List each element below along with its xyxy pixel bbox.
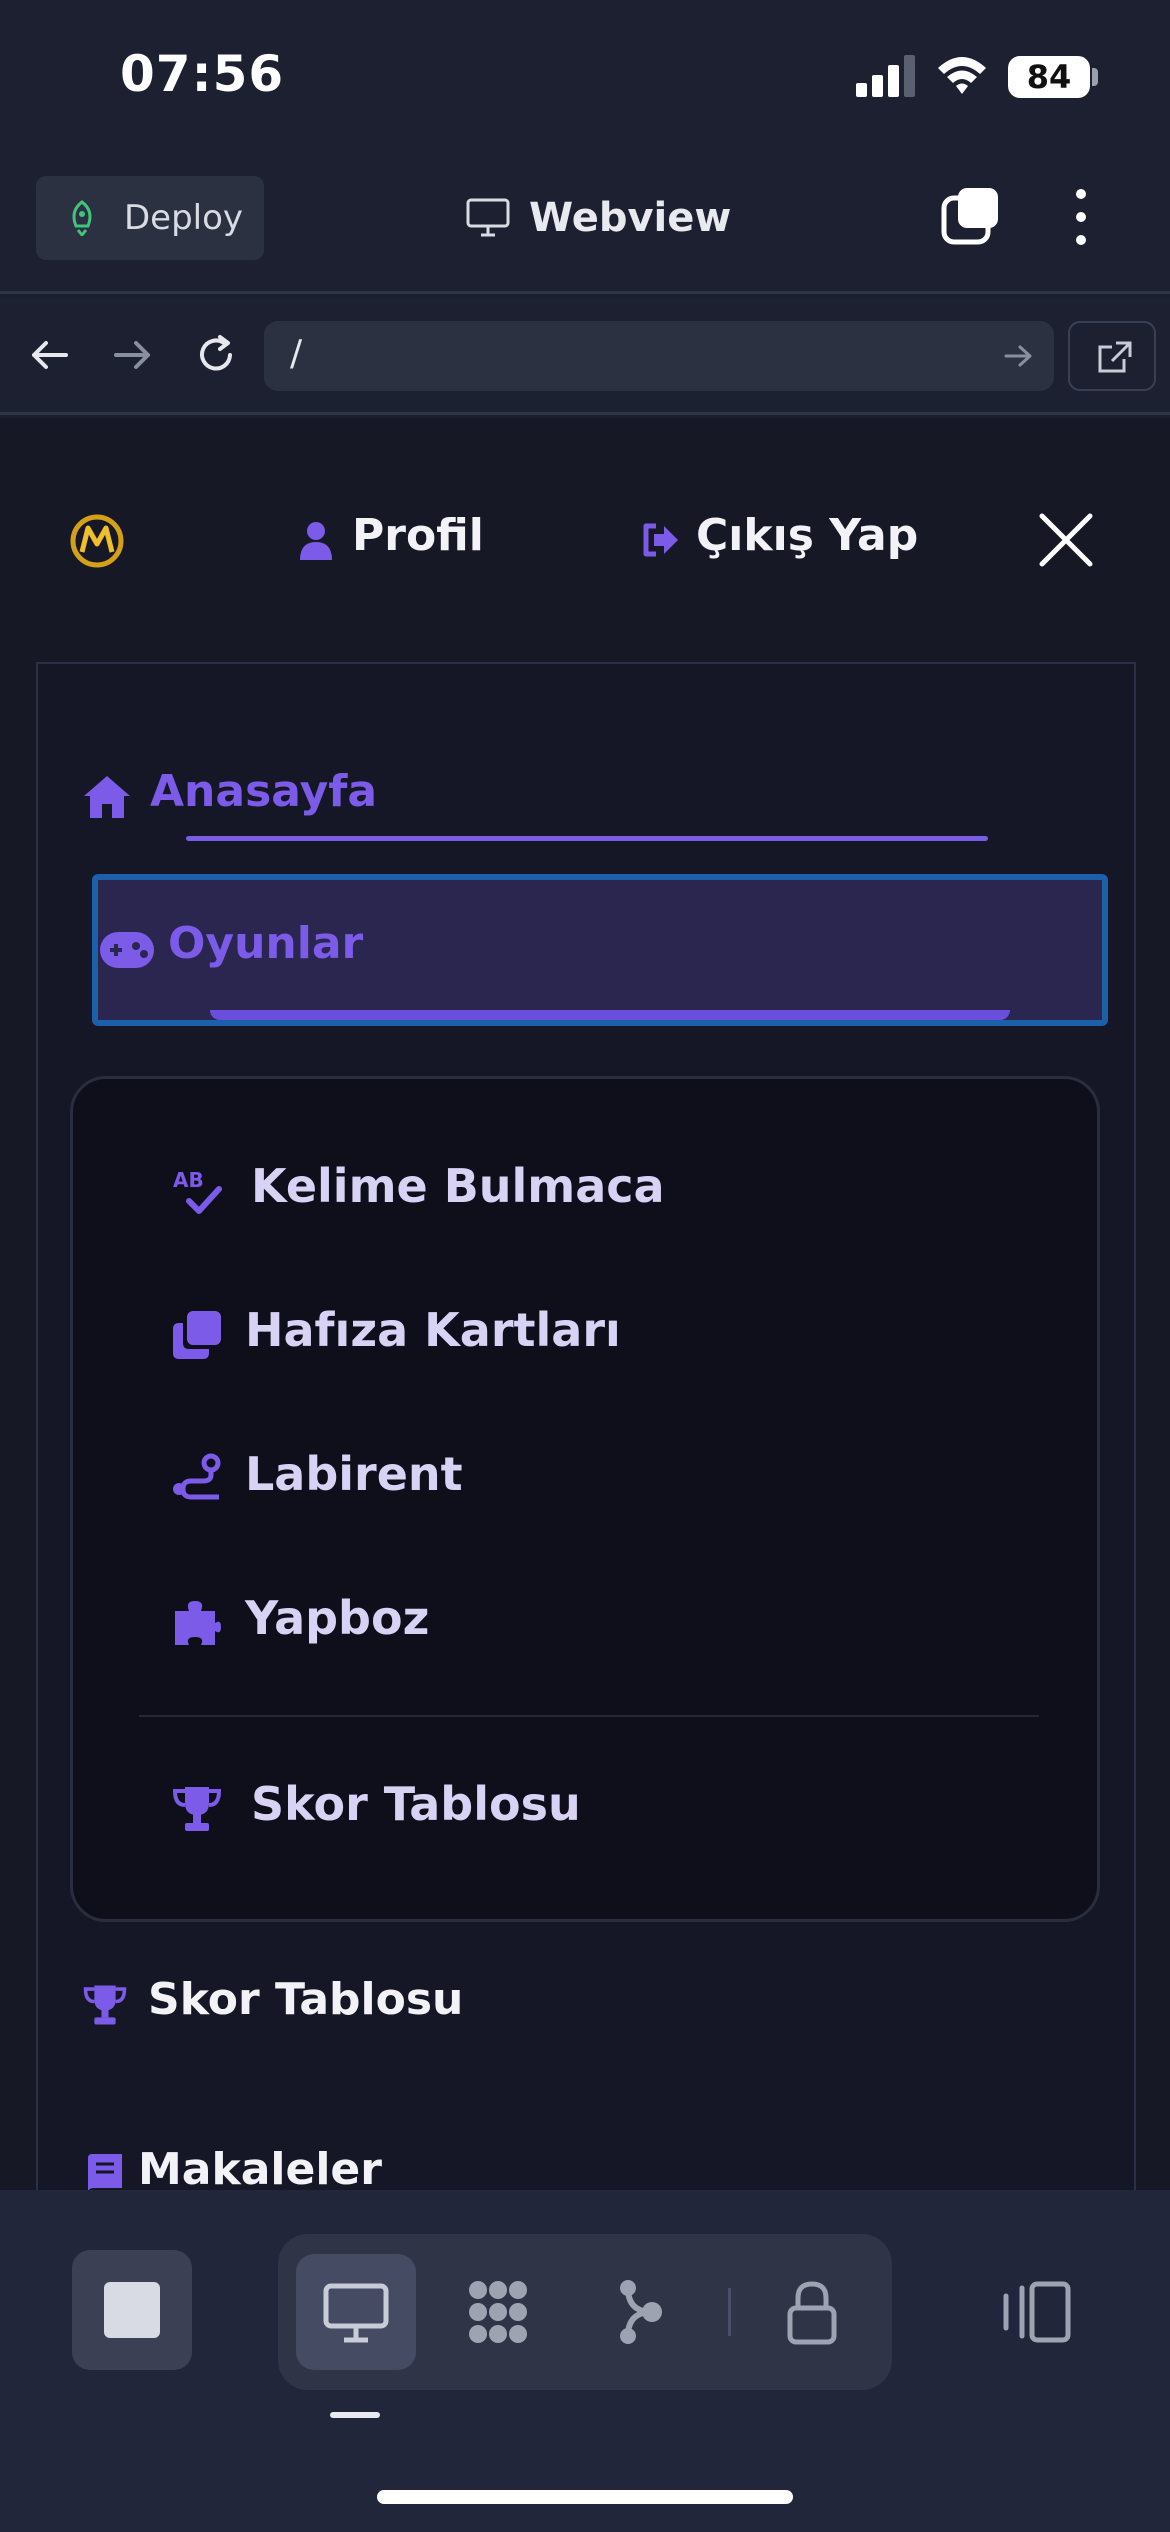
url-text: / bbox=[290, 333, 303, 374]
url-input[interactable]: / bbox=[264, 321, 1054, 391]
wifi-icon bbox=[938, 57, 986, 94]
logo-icon[interactable] bbox=[70, 514, 124, 568]
node-graph-icon bbox=[620, 2280, 662, 2344]
submenu-label: Labirent bbox=[245, 1447, 463, 1501]
spell-check-icon: AB bbox=[173, 1168, 222, 1214]
forward-arrow-icon[interactable] bbox=[108, 331, 156, 379]
canvas-mode-button[interactable] bbox=[438, 2254, 558, 2370]
cellular-signal-icon bbox=[856, 55, 915, 97]
webview-label: Webview bbox=[529, 195, 732, 241]
puzzle-icon bbox=[175, 1601, 221, 1645]
monitor-icon bbox=[466, 198, 510, 237]
lock-button[interactable] bbox=[752, 2254, 872, 2370]
submenu-label: Hafıza Kartları bbox=[245, 1303, 621, 1357]
monitor-icon bbox=[323, 2283, 389, 2343]
gamepad-icon bbox=[100, 932, 154, 968]
battery-indicator: 84 bbox=[1008, 56, 1090, 98]
tabs-icon[interactable] bbox=[940, 184, 1004, 248]
close-icon[interactable] bbox=[1036, 510, 1096, 570]
book-icon bbox=[88, 2154, 122, 2190]
url-row: / bbox=[0, 297, 1170, 415]
dots-cluster-icon bbox=[469, 2281, 527, 2343]
deploy-label: Deploy bbox=[124, 198, 244, 238]
submenu-divider bbox=[139, 1715, 1039, 1717]
stop-button[interactable] bbox=[72, 2250, 192, 2370]
go-arrow-icon[interactable] bbox=[1002, 341, 1034, 371]
logout-label: Çıkış Yap bbox=[696, 510, 919, 561]
menu-games-label: Oyunlar bbox=[168, 918, 364, 969]
split-view-icon[interactable] bbox=[1000, 2278, 1072, 2346]
status-time: 07:56 bbox=[120, 45, 285, 103]
submenu-label: Skor Tablosu bbox=[251, 1777, 581, 1831]
menu-articles-label: Makaleler bbox=[138, 2144, 382, 2190]
trophy-icon bbox=[83, 1985, 127, 2025]
submenu-label: Kelime Bulmaca bbox=[251, 1159, 665, 1213]
menu-scoreboard-label: Skor Tablosu bbox=[148, 1974, 464, 2025]
submenu-label: Yapboz bbox=[245, 1591, 430, 1645]
clone-cards-icon bbox=[173, 1311, 221, 1359]
stop-icon bbox=[104, 2282, 160, 2338]
view-mode-switcher bbox=[278, 2234, 892, 2390]
user-icon bbox=[300, 522, 332, 560]
nav-menu: Anasayfa Oyunlar AB Kelime Bulmaca Hafız… bbox=[36, 662, 1136, 2190]
games-submenu: AB Kelime Bulmaca Hafıza Kartları Labire… bbox=[70, 1076, 1100, 1922]
app-toolbar: Deploy Webview bbox=[0, 150, 1170, 294]
home-indicator[interactable] bbox=[377, 2490, 793, 2504]
webview-page: Profil Çıkış Yap Anasayfa Oyunlar AB Kel… bbox=[0, 418, 1170, 2190]
more-options-icon[interactable] bbox=[1066, 186, 1096, 248]
graph-mode-button[interactable] bbox=[580, 2254, 700, 2370]
active-underline bbox=[186, 836, 988, 841]
open-external-button[interactable] bbox=[1068, 321, 1156, 391]
profile-label: Profil bbox=[352, 510, 484, 561]
rocket-icon bbox=[72, 200, 92, 236]
menu-home-label: Anasayfa bbox=[150, 766, 378, 817]
active-mode-indicator bbox=[330, 2412, 380, 2418]
reload-icon[interactable] bbox=[192, 331, 240, 379]
trophy-icon bbox=[172, 1787, 222, 1831]
route-icon bbox=[173, 1453, 221, 1500]
segment-divider bbox=[728, 2288, 731, 2336]
svg-text:AB: AB bbox=[173, 1168, 204, 1192]
games-underline bbox=[210, 1010, 1010, 1020]
webview-mode-button[interactable] bbox=[296, 2254, 416, 2370]
menu-item-games[interactable]: Oyunlar bbox=[92, 874, 1108, 1026]
battery-cap bbox=[1092, 68, 1098, 86]
external-link-icon bbox=[1098, 341, 1132, 373]
lock-icon bbox=[787, 2281, 837, 2345]
status-bar: 07:56 84 bbox=[0, 0, 1170, 150]
home-icon bbox=[84, 776, 130, 818]
back-arrow-icon[interactable] bbox=[26, 331, 74, 379]
bottom-toolbar bbox=[0, 2190, 1170, 2532]
deploy-button[interactable]: Deploy bbox=[36, 176, 264, 260]
logout-icon bbox=[643, 523, 678, 557]
